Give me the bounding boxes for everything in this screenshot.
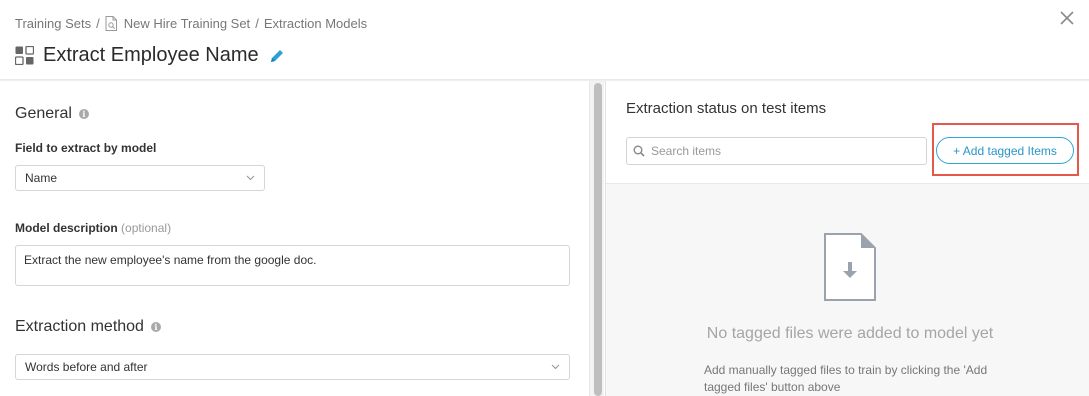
model-description-label: Model description (optional) [15, 221, 171, 235]
breadcrumb-training-sets[interactable]: Training Sets [15, 16, 91, 31]
title-row: Extract Employee Name [15, 44, 285, 67]
search-placeholder: Search items [651, 144, 722, 158]
add-tagged-items-button[interactable]: + Add tagged Items [936, 137, 1074, 164]
extraction-method-select[interactable]: Words before and after [15, 354, 570, 380]
search-icon [633, 145, 645, 157]
extraction-method-heading: Extraction method i [15, 318, 161, 336]
model-settings-panel: General i Field to extract by model Name… [0, 81, 604, 396]
model-grid-icon [15, 46, 34, 65]
info-icon[interactable]: i [78, 109, 89, 119]
field-to-extract-label: Field to extract by model [15, 141, 157, 155]
file-download-icon [824, 233, 876, 301]
breadcrumb-extraction-models[interactable]: Extraction Models [264, 16, 367, 31]
page-title: Extract Employee Name [43, 44, 259, 66]
model-description-textarea[interactable]: Extract the new employee's name from the… [15, 245, 570, 286]
breadcrumb-separator: / [255, 16, 259, 31]
general-heading-label: General [15, 105, 72, 122]
model-description-label-text: Model description [15, 221, 118, 235]
extraction-status-title: Extraction status on test items [626, 100, 827, 117]
chevron-down-icon [246, 175, 255, 181]
extraction-method-value: Words before and after [25, 360, 148, 374]
field-select[interactable]: Name [15, 165, 265, 191]
extraction-method-heading-label: Extraction method [15, 318, 144, 335]
pencil-icon[interactable] [269, 48, 285, 64]
general-heading: General i [15, 105, 89, 123]
header: Training Sets / New Hire Training Set / … [0, 0, 1089, 80]
extraction-status-panel: Extraction status on test items Search i… [605, 81, 1089, 396]
field-select-value: Name [25, 171, 58, 185]
optional-hint: (optional) [121, 221, 172, 235]
info-icon[interactable]: i [150, 322, 161, 332]
scrollbar-thumb[interactable] [594, 83, 602, 396]
extraction-status-toolbar: Extraction status on test items Search i… [606, 81, 1089, 184]
document-search-icon [105, 16, 118, 31]
close-icon[interactable] [1058, 9, 1076, 27]
breadcrumb-training-set[interactable]: New Hire Training Set [124, 16, 250, 31]
empty-state-title: No tagged files were added to model yet [706, 325, 994, 342]
breadcrumb: Training Sets / New Hire Training Set / … [15, 16, 367, 31]
chevron-down-icon [551, 364, 560, 370]
breadcrumb-separator: / [96, 16, 100, 31]
empty-state-description: Add manually tagged files to train by cl… [704, 363, 988, 394]
search-items-input[interactable]: Search items [626, 137, 927, 165]
